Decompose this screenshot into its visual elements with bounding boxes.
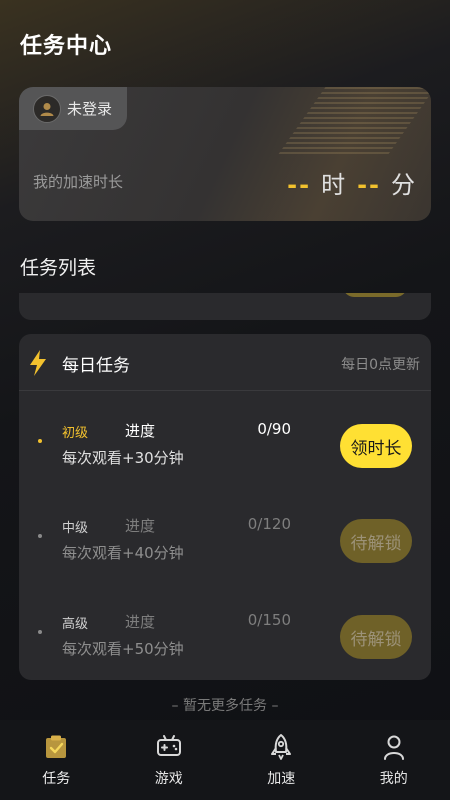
task-clipboard-icon	[41, 732, 71, 762]
locked-task-button[interactable]: 待解锁	[340, 519, 412, 563]
avatar-icon	[33, 94, 61, 123]
task-progress-label: 进度	[125, 613, 156, 631]
daily-task-card: 每日任务 每日0点更新 初级 进度 0/90 每次观看+30分钟 领时长 中级 …	[19, 334, 431, 680]
nav-item-profile[interactable]: 我的	[338, 720, 450, 800]
daily-task-title: 每日任务	[62, 356, 130, 376]
gamepad-icon	[154, 732, 184, 762]
task-level: 高级	[62, 617, 89, 632]
nav-label: 游戏	[154, 771, 183, 787]
hours-unit: 时	[321, 171, 346, 199]
nav-item-tasks[interactable]: 任务	[0, 720, 113, 800]
task-dot	[38, 439, 42, 443]
no-more-tasks-note: – 暂无更多任务 –	[171, 698, 279, 714]
page-title: 任务中心	[20, 34, 113, 59]
task-description: 每次观看+50分钟	[62, 640, 184, 658]
task-row-advanced: 高级 进度 0/150 每次观看+50分钟 待解锁	[19, 597, 431, 677]
nav-item-boost[interactable]: 加速	[225, 720, 338, 800]
login-status-text: 未登录	[67, 100, 113, 118]
lightning-icon	[30, 350, 46, 376]
login-button[interactable]: 未登录	[19, 87, 127, 130]
scrolled-task-card	[19, 293, 431, 320]
daily-task-header: 每日任务 每日0点更新	[19, 334, 431, 391]
task-list-title: 任务列表	[20, 257, 97, 279]
daily-refresh-note: 每日0点更新	[341, 357, 420, 373]
minutes-unit: 分	[391, 171, 415, 199]
task-description: 每次观看+40分钟	[62, 544, 184, 562]
task-level: 初级	[62, 426, 89, 441]
nav-label: 加速	[267, 771, 296, 787]
task-description: 每次观看+30分钟	[62, 449, 184, 467]
claim-duration-button[interactable]: 领时长	[340, 424, 412, 468]
bottom-nav: 任务 游戏 加速 我的	[0, 720, 450, 800]
task-dot	[38, 630, 42, 634]
nav-label: 我的	[379, 771, 408, 787]
task-level: 中级	[62, 521, 89, 536]
scrolled-task-button[interactable]	[343, 293, 407, 297]
duration-value: -- 时 -- 分	[287, 165, 415, 200]
task-progress-value: 0/120	[247, 515, 291, 533]
task-dot	[38, 534, 42, 538]
task-progress-label: 进度	[125, 422, 156, 440]
nav-item-games[interactable]: 游戏	[113, 720, 226, 800]
locked-task-button[interactable]: 待解锁	[340, 615, 412, 659]
task-progress-value: 0/90	[257, 420, 291, 438]
task-progress-label: 进度	[125, 517, 156, 535]
card-decoration	[276, 87, 431, 157]
user-icon	[379, 732, 409, 762]
task-row-beginner: 初级 进度 0/90 每次观看+30分钟 领时长	[19, 406, 431, 486]
task-progress-value: 0/150	[247, 611, 291, 629]
nav-label: 任务	[42, 771, 71, 787]
duration-label: 我的加速时长	[33, 173, 124, 191]
task-row-intermediate: 中级 进度 0/120 每次观看+40分钟 待解锁	[19, 501, 431, 581]
speed-card: 未登录 我的加速时长 -- 时 -- 分	[19, 87, 431, 221]
minutes-value: --	[357, 171, 381, 199]
hours-value: --	[287, 171, 312, 199]
rocket-icon	[266, 732, 296, 762]
